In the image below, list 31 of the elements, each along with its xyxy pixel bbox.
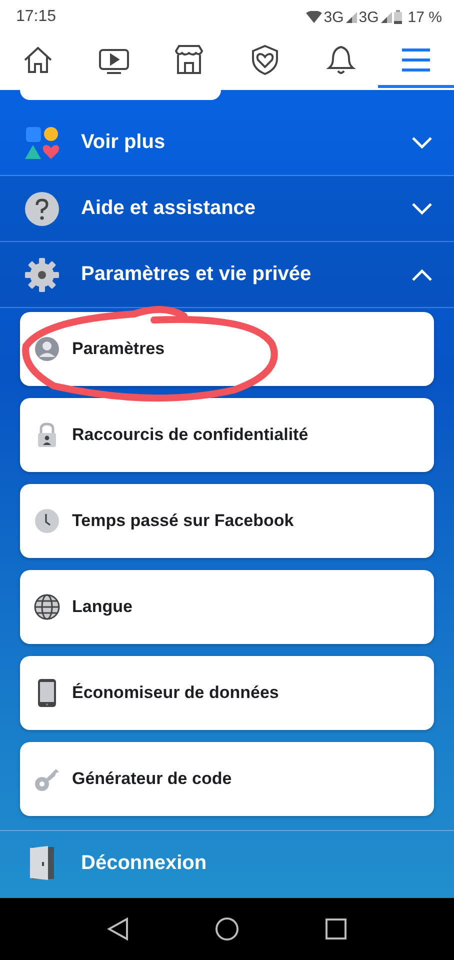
shapes-icon [24, 124, 60, 160]
clock-icon [33, 508, 61, 534]
chevron-icon [412, 136, 432, 148]
menu-section[interactable]: Voir plus [0, 110, 454, 176]
network-label: 3G [324, 8, 344, 26]
key-icon [33, 766, 61, 792]
chevron-icon [412, 202, 432, 214]
menu-section[interactable]: Paramètres et vie privée [0, 242, 454, 308]
settings-item[interactable]: Langue [20, 570, 434, 644]
signal-icon [380, 12, 392, 22]
person-icon [33, 336, 61, 362]
recents-icon[interactable] [325, 918, 347, 940]
settings-item[interactable]: Temps passé sur Facebook [20, 484, 434, 558]
status-time: 17:15 [16, 8, 56, 26]
settings-item[interactable]: Paramètres [20, 312, 434, 386]
help-icon [24, 190, 60, 226]
back-icon[interactable] [107, 917, 129, 941]
gear-icon [24, 256, 60, 292]
logout-button[interactable]: Déconnexion [0, 830, 454, 895]
battery-level: 17 % [408, 8, 442, 26]
wifi-icon [306, 11, 322, 23]
battery-icon [394, 10, 402, 24]
home-icon[interactable] [215, 917, 239, 941]
chevron-icon [412, 268, 432, 280]
signal-icon [346, 12, 357, 22]
globe-icon [33, 594, 61, 620]
settings-item[interactable]: Raccourcis de confidentialité [20, 398, 434, 472]
settings-item[interactable]: Économiseur de données [20, 656, 434, 730]
menu-section[interactable]: Aide et assistance [0, 176, 454, 242]
network-label: 3G [358, 8, 379, 26]
settings-item[interactable]: Générateur de code [20, 742, 434, 816]
